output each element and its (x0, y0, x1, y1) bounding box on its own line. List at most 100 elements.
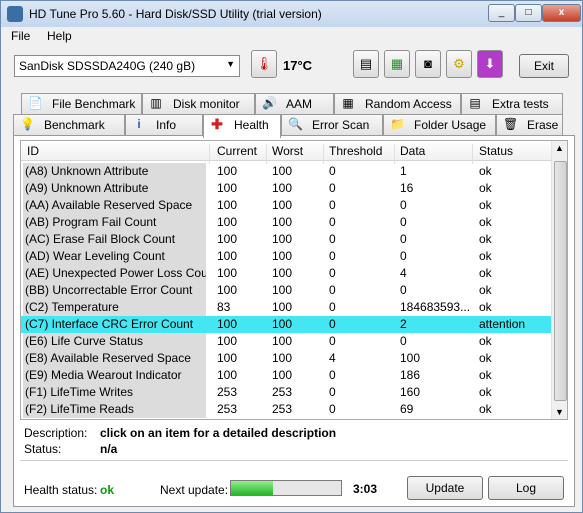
table-row[interactable]: (AB) Program Fail Count 100 100 0 0 ok (21, 214, 551, 231)
table-cell-worst: 100 (272, 317, 293, 331)
next-update-label: Next update: (160, 483, 229, 497)
error-scan-magnifier-icon: 🔍 (288, 117, 303, 131)
col-separator (472, 144, 473, 164)
table-cell-current: 100 (217, 368, 238, 382)
col-id[interactable]: ID (27, 144, 39, 158)
close-button[interactable]: x (542, 4, 581, 22)
tab-benchmark[interactable]: 💡 Benchmark (13, 114, 125, 135)
table-row[interactable]: (A9) Unknown Attribute 100 100 0 16 ok (21, 180, 551, 197)
table-cell-worst: 100 (272, 283, 293, 297)
menu-file[interactable]: File (11, 29, 30, 43)
tab-disk-monitor[interactable]: ▥ Disk monitor (142, 93, 255, 114)
table-cell-id: (AD) Wear Leveling Count (23, 248, 206, 265)
table-cell-threshold: 0 (329, 215, 336, 229)
table-cell-current: 100 (217, 181, 238, 195)
tab-health[interactable]: ✚ Health (203, 114, 281, 138)
table-cell-status: ok (479, 249, 492, 263)
table-cell-current: 100 (217, 215, 238, 229)
tab-file-benchmark[interactable]: 📄 File Benchmark (21, 93, 142, 114)
col-status[interactable]: Status (479, 144, 513, 158)
table-cell-status: ok (479, 351, 492, 365)
table-cell-current: 100 (217, 249, 238, 263)
description-value: click on an item for a detailed descript… (100, 426, 337, 440)
exit-button[interactable]: Exit (519, 54, 569, 78)
table-row[interactable]: (C7) Interface CRC Error Count 100 100 0 2 at… (21, 316, 551, 333)
options-icon[interactable]: ⚙ (446, 50, 472, 78)
scrollbar[interactable]: ▲ ▼ (551, 141, 567, 419)
table-row[interactable]: (AC) Erase Fail Block Count 100 100 0 0 ok (21, 231, 551, 248)
col-current[interactable]: Current (217, 144, 257, 158)
table-row[interactable]: (BB) Uncorrectable Error Count 100 100 0 0 ok (21, 282, 551, 299)
table-row[interactable]: (AA) Available Reserved Space 100 100 0 0 ok (21, 197, 551, 214)
table-cell-threshold: 4 (329, 351, 336, 365)
table-cell-current: 83 (217, 300, 231, 314)
table-row[interactable]: (AD) Wear Leveling Count 100 100 0 0 ok (21, 248, 551, 265)
table-cell-data: 4 (400, 266, 407, 280)
table-cell-threshold: 0 (329, 283, 336, 297)
tab-aam[interactable]: 🔊 AAM (255, 93, 334, 114)
update-button[interactable]: Update (407, 476, 483, 500)
divider (20, 460, 568, 461)
table-cell-data: 16 (400, 181, 414, 195)
col-separator (323, 144, 324, 164)
tab-info[interactable]: i Info (125, 114, 203, 135)
tab-erase[interactable]: 🗑 Erase (496, 114, 563, 135)
table-cell-id: (AB) Program Fail Count (23, 214, 206, 231)
title-bar[interactable]: HD Tune Pro 5.60 - Hard Disk/SSD Utility… (1, 1, 582, 27)
table-row[interactable]: (C2) Temperature 83 100 0 184683593... ok (21, 299, 551, 316)
table-cell-data: 186 (400, 368, 421, 382)
table-cell-current: 100 (217, 232, 238, 246)
random-access-icon: ▦ (342, 96, 354, 110)
app-window: HD Tune Pro 5.60 - Hard Disk/SSD Utility… (0, 0, 583, 513)
table-cell-worst: 100 (272, 215, 293, 229)
drive-select[interactable]: SanDisk SDSSDA240G (240 gB) ▼ (14, 55, 240, 77)
download-icon[interactable]: ⬇ (477, 50, 503, 78)
table-cell-worst: 253 (272, 385, 293, 399)
status-label: Status: (24, 442, 62, 456)
table-cell-worst: 253 (272, 402, 293, 416)
table-cell-status: attention (479, 317, 526, 331)
scroll-thumb[interactable] (554, 161, 567, 401)
minimize-button[interactable]: _ (488, 4, 515, 22)
table-row[interactable]: (E8) Available Reserved Space 100 100 4 100 o… (21, 350, 551, 367)
tab-random-access[interactable]: ▦ Random Access (334, 93, 461, 114)
col-threshold[interactable]: Threshold (329, 144, 382, 158)
camera-icon[interactable]: ◙ (415, 50, 441, 78)
progress-fill (231, 481, 273, 495)
menu-bar: File Help (1, 27, 582, 47)
table-row[interactable]: (E6) Life Curve Status 100 100 0 0 ok (21, 333, 551, 350)
copy-table-icon[interactable]: ▦ (384, 50, 410, 78)
table-row[interactable]: (F2) LifeTime Reads 253 253 0 69 ok (21, 401, 551, 418)
table-cell-status: ok (479, 368, 492, 382)
table-cell-status: ok (479, 215, 492, 229)
table-row[interactable]: (AE) Unexpected Power Loss Count 100 100 0 4… (21, 265, 551, 282)
table-row[interactable]: (E9) Media Wearout Indicator 100 100 0 186 ok (21, 367, 551, 384)
table-row[interactable]: (A8) Unknown Attribute 100 100 0 1 ok (21, 163, 551, 180)
scroll-down-icon[interactable]: ▼ (555, 407, 564, 417)
table-cell-data: 0 (400, 232, 407, 246)
table-cell-worst: 100 (272, 232, 293, 246)
tab-folder-usage[interactable]: 📁 Folder Usage (383, 114, 496, 135)
table-cell-data: 0 (400, 198, 407, 212)
table-cell-worst: 100 (272, 164, 293, 178)
thermometer-icon[interactable]: 🌡 (251, 50, 277, 78)
table-header: ID Current Worst Threshold Data Status (21, 141, 567, 164)
col-worst[interactable]: Worst (272, 144, 303, 158)
table-cell-status: ok (479, 385, 492, 399)
menu-help[interactable]: Help (47, 29, 72, 43)
table-cell-threshold: 0 (329, 368, 336, 382)
maximize-button[interactable]: □ (515, 4, 542, 22)
copy-text-icon[interactable]: ▤ (353, 50, 379, 78)
table-cell-threshold: 0 (329, 402, 336, 416)
table-row[interactable]: (F1) LifeTime Writes 253 253 0 160 ok (21, 384, 551, 401)
col-data[interactable]: Data (400, 144, 425, 158)
tab-extra-tests[interactable]: ▤ Extra tests (461, 93, 563, 114)
table-cell-worst: 100 (272, 181, 293, 195)
table-cell-id: (A9) Unknown Attribute (23, 180, 206, 197)
table-cell-id: (E9) Media Wearout Indicator (23, 367, 206, 384)
table-cell-data: 100 (400, 351, 421, 365)
tab-error-scan[interactable]: 🔍 Error Scan (281, 114, 383, 135)
scroll-up-icon[interactable]: ▲ (555, 143, 564, 153)
log-button[interactable]: Log (488, 476, 564, 500)
smart-table[interactable]: ID Current Worst Threshold Data Status (… (20, 140, 568, 420)
